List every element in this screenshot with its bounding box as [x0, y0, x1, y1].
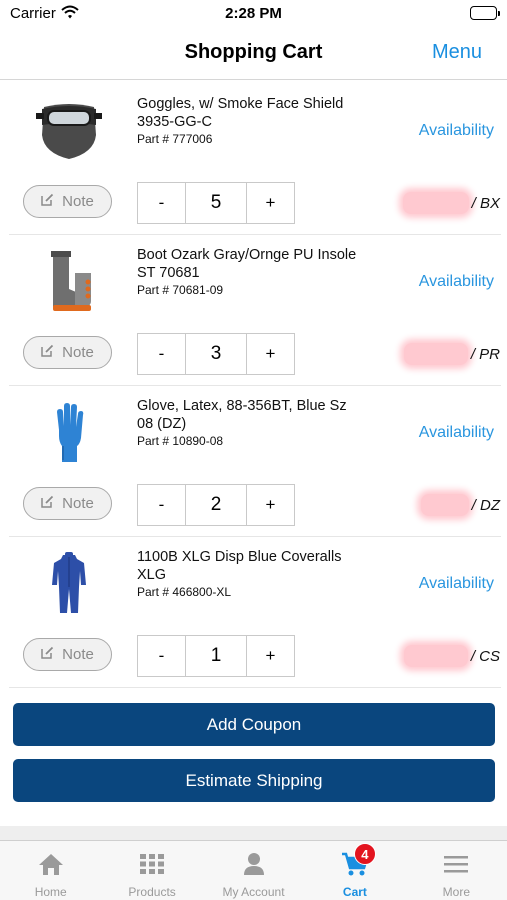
nav-bar: Shopping Cart Menu [0, 28, 507, 80]
unit-label: / CS [470, 647, 500, 665]
tab-bar: Home Products My Account 4 Cart More [0, 840, 507, 900]
product-name: Glove, Latex, 88-356BT, Blue Sz 08 (DZ) [137, 398, 347, 432]
product-name: Goggles, w/ Smoke Face Shield 3935-GG-C [137, 96, 344, 130]
cart-count-badge: 4 [353, 843, 376, 865]
part-number: Part # 70681-09 [137, 283, 224, 297]
note-button[interactable]: Note [23, 638, 112, 671]
coveralls-icon [31, 547, 107, 619]
person-icon [243, 851, 265, 877]
menu-button[interactable]: Menu [432, 41, 482, 64]
tab-label: Products [128, 885, 176, 899]
tab-label: My Account [222, 885, 285, 899]
decrement-button[interactable]: - [138, 183, 185, 223]
goggles-icon [31, 94, 107, 166]
unit-label: / BX [471, 194, 500, 212]
product-name: 1100B XLG Disp Blue Coveralls XLG [137, 549, 342, 583]
tab-my-account[interactable]: My Account [203, 841, 304, 900]
part-number: Part # 466800-XL [137, 585, 232, 599]
note-button[interactable]: Note [23, 336, 112, 369]
tab-label: Home [34, 885, 67, 899]
divider [0, 826, 507, 840]
home-icon [38, 851, 64, 877]
part-number: Part # 10890-08 [137, 434, 224, 448]
page-title: Shopping Cart [184, 41, 323, 63]
tab-label: Cart [342, 885, 367, 899]
note-label: Note [62, 646, 94, 663]
edit-icon [41, 495, 54, 512]
price: / DZ [420, 492, 500, 518]
increment-button[interactable]: + [247, 334, 294, 374]
price-redacted [403, 343, 468, 365]
note-label: Note [62, 344, 94, 361]
unit-label: / PR [470, 345, 500, 363]
availability-link[interactable]: Availability [419, 424, 494, 442]
price-redacted [402, 192, 469, 214]
tab-products[interactable]: Products [101, 841, 202, 900]
status-bar: Carrier 2:28 PM [0, 0, 507, 28]
quantity-stepper: - 1 + [137, 635, 295, 677]
edit-icon [41, 344, 54, 361]
cart-icon: 4 [341, 843, 376, 877]
increment-button[interactable]: + [247, 485, 294, 525]
note-label: Note [62, 495, 94, 512]
quantity-stepper: - 5 + [137, 182, 295, 224]
estimate-shipping-button[interactable]: Estimate Shipping [13, 759, 495, 802]
cart-item: Glove, Latex, 88-356BT, Blue Sz 08 (DZ) … [9, 386, 501, 537]
glove-icon [31, 396, 107, 468]
note-button[interactable]: Note [23, 487, 112, 520]
add-coupon-button[interactable]: Add Coupon [13, 703, 495, 746]
quantity-value[interactable]: 2 [185, 485, 247, 525]
price: / BX [402, 190, 500, 216]
edit-icon [41, 646, 54, 663]
increment-button[interactable]: + [247, 636, 294, 676]
availability-link[interactable]: Availability [419, 575, 494, 593]
price-redacted [420, 494, 469, 516]
availability-link[interactable]: Availability [419, 122, 494, 140]
decrement-button[interactable]: - [138, 334, 185, 374]
grid-icon [139, 851, 165, 877]
tab-home[interactable]: Home [0, 841, 101, 900]
boot-icon [31, 245, 107, 317]
tab-more[interactable]: More [406, 841, 507, 900]
tab-cart[interactable]: 4 Cart [304, 841, 405, 900]
price: / CS [403, 643, 500, 669]
quantity-value[interactable]: 5 [185, 183, 247, 223]
cart-item: Goggles, w/ Smoke Face Shield 3935-GG-C … [9, 84, 501, 235]
status-time: 2:28 PM [225, 5, 282, 22]
hamburger-icon [444, 851, 469, 877]
note-label: Note [62, 193, 94, 210]
quantity-stepper: - 3 + [137, 333, 295, 375]
product-name: Boot Ozark Gray/Ornge PU Insole ST 70681 [137, 247, 357, 281]
price: / PR [403, 341, 500, 367]
unit-label: / DZ [471, 496, 500, 514]
tab-label: More [442, 885, 470, 899]
edit-icon [41, 193, 54, 210]
price-redacted [403, 645, 468, 667]
quantity-stepper: - 2 + [137, 484, 295, 526]
decrement-button[interactable]: - [138, 485, 185, 525]
battery-icon [470, 6, 500, 20]
quantity-value[interactable]: 1 [185, 636, 247, 676]
increment-button[interactable]: + [247, 183, 294, 223]
quantity-value[interactable]: 3 [185, 334, 247, 374]
note-button[interactable]: Note [23, 185, 112, 218]
availability-link[interactable]: Availability [419, 273, 494, 291]
cart-item: 1100B XLG Disp Blue Coveralls XLG Part #… [9, 537, 501, 688]
cart-item: Boot Ozark Gray/Ornge PU Insole ST 70681… [9, 235, 501, 386]
decrement-button[interactable]: - [138, 636, 185, 676]
part-number: Part # 777006 [137, 132, 213, 146]
